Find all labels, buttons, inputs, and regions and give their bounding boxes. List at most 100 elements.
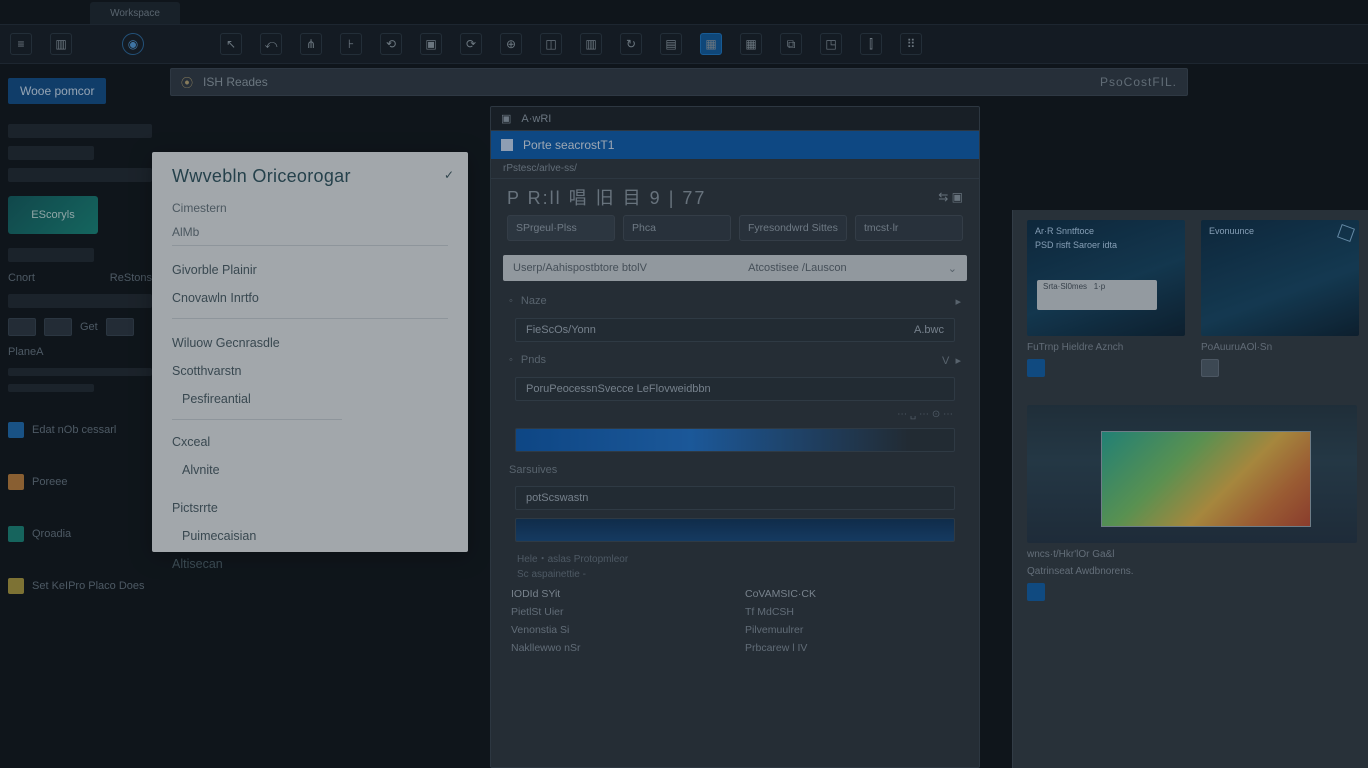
dropdown-title: Wwvebln Oriceorogar: [172, 166, 448, 187]
dropdown-item[interactable]: Pesfireantial: [172, 385, 448, 413]
color-chip[interactable]: [1201, 359, 1219, 377]
preview-window: [1101, 431, 1311, 527]
dialog-subbar[interactable]: Userp/Aahispostbtore btolVAtcostisee /La…: [503, 255, 967, 281]
col-value: Venonstia Si: [511, 624, 725, 636]
section-label: ◦PndsV ▸: [491, 350, 979, 369]
stub-line: [8, 168, 152, 182]
chevron-down-icon[interactable]: ⌄: [948, 262, 957, 275]
undo-icon[interactable]: ⤺: [260, 33, 282, 55]
properties-dialog: ▣ A·wRI Porte seacrostT1 rPstesc/arlve-s…: [490, 106, 980, 768]
thumb-caption: PoAuuruAOl·Sn: [1201, 342, 1359, 353]
grid-active-icon[interactable]: ▦: [700, 33, 722, 55]
gallery-panel: Ar·R Snntftoce PSD risft Saroer idta Srt…: [1012, 210, 1368, 768]
dropdown-item[interactable]: Cnovawln Inrtfo: [172, 284, 448, 312]
dialog-toolstrip: P R:ll 唱 旧 目 9 | 77 ⇆ ▣: [491, 179, 979, 215]
sidebar-item[interactable]: Poreee: [8, 474, 152, 490]
dropdown-item[interactable]: Givorble Plainir: [172, 256, 448, 284]
check-icon: ✓: [444, 168, 454, 182]
section-label: ◦Naze▸: [491, 291, 979, 310]
tool-a-icon[interactable]: ⋔: [300, 33, 322, 55]
dropdown-item[interactable]: Pictsrrte: [172, 494, 448, 522]
dialog-title: Porte seacrostT1: [523, 138, 614, 152]
tool-b-icon[interactable]: ⊦: [340, 33, 362, 55]
panel-icon[interactable]: ▥: [50, 33, 72, 55]
refresh-icon[interactable]: ⟳: [460, 33, 482, 55]
address-bar[interactable]: ⦿ ISH Reades PsoCostFIL.: [170, 68, 1188, 96]
preset-card[interactable]: EScoryls: [8, 196, 98, 234]
chart-icon[interactable]: ⫿: [860, 33, 882, 55]
dialog-tab-label[interactable]: A·wRI: [521, 113, 551, 125]
grid-icon[interactable]: ▦: [740, 33, 762, 55]
preview-subcaption: Qatrinseat Awdbnorens.: [1027, 566, 1354, 577]
toolstrip-toggle-icon[interactable]: ⇆ ▣: [938, 190, 963, 204]
addr-right: PsoCostFIL.: [1100, 75, 1177, 89]
text-field[interactable]: FieScOs/YonnA.bwc: [515, 318, 955, 342]
menu-icon[interactable]: ≡: [10, 33, 32, 55]
square-icon: [8, 474, 24, 490]
hint-text: Hele・aslas Protopmleor: [517, 550, 953, 565]
sidebar-item[interactable]: Qroadia: [8, 526, 152, 542]
filter-pill[interactable]: Phca: [623, 215, 731, 241]
shape-icon[interactable]: ◳: [820, 33, 842, 55]
tile-icon: [106, 318, 134, 336]
dropdown-item[interactable]: Alvnite: [172, 456, 448, 484]
thumb-tag: Ar·R Snntftoce: [1035, 226, 1094, 236]
frame-icon[interactable]: ▣: [420, 33, 442, 55]
stub-line: [8, 294, 152, 308]
stub-line: [8, 124, 152, 138]
app-tab[interactable]: Workspace: [90, 2, 180, 24]
text-field[interactable]: potScswastn: [515, 486, 955, 510]
filter-pill[interactable]: tmcst·lr: [855, 215, 963, 241]
color-chip[interactable]: [1027, 359, 1045, 377]
col-heading: IODId SYit: [511, 588, 725, 600]
thumbnail[interactable]: Evonuunce: [1201, 220, 1359, 336]
text-field[interactable]: [515, 518, 955, 542]
cursor-icon[interactable]: ↖: [220, 33, 242, 55]
filter-pill[interactable]: SPrgeul·Plss: [507, 215, 615, 241]
dropdown-item[interactable]: Cxceal: [172, 428, 448, 456]
progress-field[interactable]: [515, 428, 955, 452]
link-icon[interactable]: ⧉: [780, 33, 802, 55]
dropdown-item[interactable]: Puimecaisian: [172, 522, 448, 550]
sidebar-item[interactable]: Edat nOb cessarl: [8, 422, 152, 438]
sidebar-row[interactable]: CnortReStons: [8, 272, 152, 284]
color-chip[interactable]: [1027, 583, 1045, 601]
dropdown-group: Cimestern: [172, 201, 448, 215]
toolstrip-glyphs[interactable]: P R:ll 唱 旧 目 9 | 77: [507, 184, 706, 210]
record-icon[interactable]: ◉: [122, 33, 144, 55]
sidebar-row: PlaneA: [8, 346, 152, 358]
columns-icon[interactable]: ▥: [580, 33, 602, 55]
section-label: Sarsuives: [491, 460, 979, 478]
dialog-tab[interactable]: ▣: [501, 112, 511, 125]
stub-line: [8, 248, 94, 262]
tile-icon: [44, 318, 72, 336]
settings-icon[interactable]: ⠿: [900, 33, 922, 55]
dropdown-item[interactable]: Altisecan: [172, 550, 448, 578]
sidebar-item[interactable]: Set KeIPro Placo Does: [8, 578, 152, 594]
col-value: PietlSt Uier: [511, 606, 725, 618]
left-sidebar: Wooe pomcor EScoryls CnortReStons Get Pl…: [0, 72, 160, 768]
thumbnail[interactable]: Ar·R Snntftoce PSD risft Saroer idta Srt…: [1027, 220, 1185, 336]
filter-pill[interactable]: Fyresondwrd Sittes: [739, 215, 847, 241]
dialog-titlebar[interactable]: Porte seacrostT1: [491, 131, 979, 159]
thumb-tag: Evonuunce: [1209, 226, 1254, 236]
preview-caption: wncs·t/Hkr'lOr Ga&l: [1027, 549, 1354, 560]
dialog-pillrow: SPrgeul·Plss Phca Fyresondwrd Sittes tmc…: [491, 215, 979, 249]
sidebar-heading-badge: Wooe pomcor: [8, 78, 106, 104]
preview-thumbnail[interactable]: [1027, 405, 1357, 543]
zoom-icon[interactable]: ⊕: [500, 33, 522, 55]
crop-icon[interactable]: ◫: [540, 33, 562, 55]
tool-c-icon[interactable]: ⟲: [380, 33, 402, 55]
thumb-note: Srta·Sl0mes 1·p: [1037, 280, 1157, 310]
hint-text: Sc aspainettie -: [517, 569, 953, 580]
dropdown-item[interactable]: Wiluow Gecnrasdle: [172, 329, 448, 357]
text-field[interactable]: PoruPeocessnSvecce LeFlovweidbbn: [515, 377, 955, 401]
sidebar-row[interactable]: Get: [8, 318, 152, 336]
stack-icon[interactable]: ▤: [660, 33, 682, 55]
reload-icon[interactable]: ↻: [620, 33, 642, 55]
addr-prefix-icon: ⦿: [181, 74, 193, 91]
thumb-subtag: PSD risft Saroer idta: [1035, 240, 1117, 250]
dropdown-item[interactable]: Scotthvarstn: [172, 357, 448, 385]
stub-line: [8, 146, 94, 160]
main-toolbar: ≡ ▥ ◉ ↖ ⤺ ⋔ ⊦ ⟲ ▣ ⟳ ⊕ ◫ ▥ ↻ ▤ ▦ ▦ ⧉ ◳ ⫿ …: [0, 24, 1368, 64]
